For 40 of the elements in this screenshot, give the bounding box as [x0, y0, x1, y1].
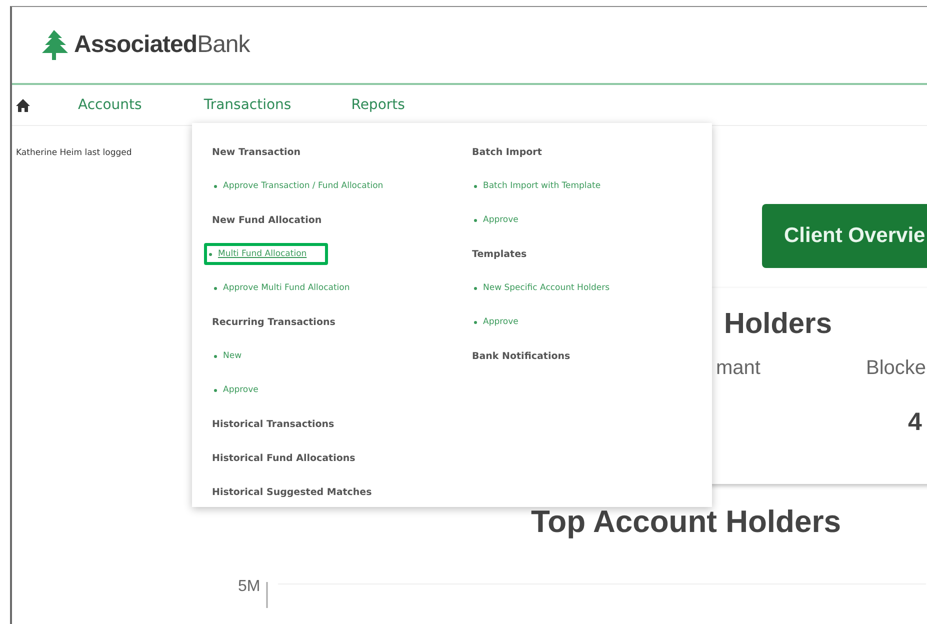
chart-title: Top Account Holders: [531, 504, 842, 540]
home-icon[interactable]: [16, 98, 30, 112]
menu-heading: New Fund Allocation: [212, 214, 322, 226]
nav-link[interactable]: Transactions: [204, 97, 292, 113]
menu-item[interactable]: Approve Multi Fund Allocation: [212, 283, 350, 293]
menu-item[interactable]: Approve: [212, 385, 258, 395]
menu-heading: New Transaction: [212, 146, 301, 158]
menu-item[interactable]: Multi Fund Allocation: [204, 243, 328, 265]
stat-label: Blocke: [866, 357, 927, 380]
client-overview-button[interactable]: Client Overvie: [762, 204, 927, 268]
bullet-icon: [474, 218, 477, 222]
menu-heading: Historical Suggested Matches: [212, 486, 372, 498]
stat-value: 4: [907, 408, 923, 437]
axis-tick-label: 5M: [238, 578, 260, 596]
bullet-icon: [474, 320, 477, 324]
menu-heading: Recurring Transactions: [212, 316, 336, 328]
bullet-icon: [214, 184, 217, 188]
menu-heading: Templates: [472, 248, 527, 260]
nav-link[interactable]: Reports: [351, 97, 405, 113]
menu-heading: Batch Import: [472, 146, 542, 158]
menu-item[interactable]: Approve Transaction / Fund Allocation: [212, 181, 384, 191]
menu-item[interactable]: Approve: [472, 215, 518, 225]
menu-item[interactable]: New Specific Account Holders: [472, 283, 610, 293]
bullet-icon: [214, 354, 217, 358]
menu-heading: Historical Transactions: [212, 418, 334, 430]
menu-item[interactable]: Approve: [472, 317, 518, 327]
stat-label: mant: [716, 357, 762, 380]
bank-logo: AssociatedBank: [38, 28, 250, 62]
card-title: Holders: [724, 308, 833, 341]
menu-heading: Historical Fund Allocations: [212, 452, 356, 464]
menu-item[interactable]: New: [212, 351, 242, 361]
menu-heading: Bank Notifications: [472, 350, 570, 362]
menu-item[interactable]: Batch Import with Template: [472, 181, 601, 191]
bullet-icon: [214, 388, 217, 392]
bullet-icon: [474, 184, 477, 188]
nav-link[interactable]: Accounts: [78, 97, 142, 113]
bullet-icon: [474, 286, 477, 290]
last-login-text: Katherine Heim last logged: [16, 148, 132, 158]
bullet-icon: [209, 252, 212, 256]
bullet-icon: [214, 286, 217, 290]
